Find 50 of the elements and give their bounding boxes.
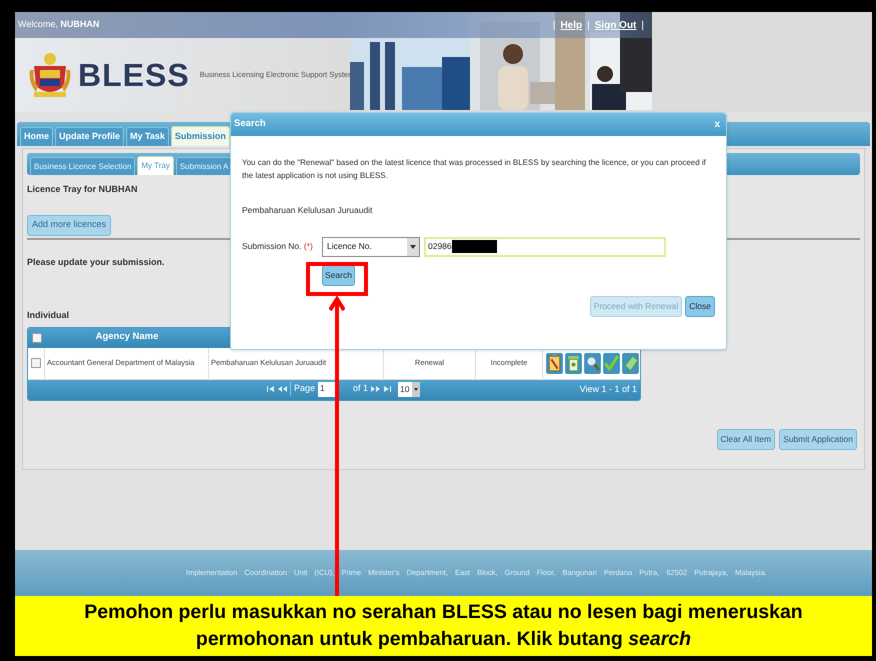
first-page-icon[interactable]	[266, 385, 275, 393]
link-separator: |	[641, 18, 644, 32]
sub-tab[interactable]: Submission A	[176, 157, 232, 175]
checkbox[interactable]	[32, 332, 42, 342]
checkbox[interactable]	[31, 358, 41, 368]
sub-tab[interactable]: My Tray	[137, 156, 174, 175]
dialog-title: Search	[234, 117, 266, 132]
add-licences-button[interactable]: Add more licences	[27, 214, 112, 236]
clipboard-icon[interactable]	[546, 352, 563, 374]
emblem-icon	[28, 52, 72, 98]
sub-tab[interactable]: Business Licence Selection	[30, 157, 136, 175]
welcome-text: Welcome, NUBHAN	[18, 18, 100, 32]
nav-tab[interactable]: Home	[20, 127, 54, 146]
header-link[interactable]: Help	[560, 18, 582, 32]
tray-title: Licence Tray for NUBHAN	[27, 183, 139, 196]
nav-tab[interactable]: Submission	[170, 126, 230, 146]
record-summary: View 1 - 1 of 1	[580, 382, 637, 396]
page-size-dropdown[interactable]: 10	[398, 382, 420, 396]
checkmark-icon[interactable]	[603, 352, 620, 374]
page-count: of 1	[353, 382, 368, 396]
dialog-button[interactable]: Close	[685, 296, 715, 317]
action-button[interactable]: Clear All Item	[716, 428, 776, 450]
highlight-frame	[306, 262, 368, 296]
page-number-field[interactable]: 1	[318, 382, 336, 396]
action-button[interactable]: Submit Application	[779, 428, 857, 450]
licence-name: Pembaharuan Kelulusan Juruaudit	[242, 204, 374, 217]
search-button[interactable]: Search	[322, 264, 355, 286]
previous-page-icon[interactable]	[278, 385, 287, 393]
column-header: Agency Name	[94, 330, 160, 344]
nav-tab[interactable]: My Task	[126, 127, 169, 146]
page-label: Page	[290, 382, 316, 396]
link-separator: |	[587, 18, 590, 32]
type-dropdown[interactable]: Licence No.	[322, 236, 420, 257]
header-link[interactable]: Sign Out	[594, 18, 636, 32]
field-label: Submission No. (*)	[242, 240, 314, 254]
logo-text: BLESS	[78, 59, 190, 91]
redaction-bar	[452, 240, 497, 254]
next-page-icon[interactable]	[371, 385, 380, 393]
link-separator: |	[552, 18, 556, 32]
trash-icon[interactable]	[565, 352, 582, 374]
nav-tab[interactable]: Update Profile	[55, 127, 124, 146]
dialog-close-button[interactable]: x	[714, 117, 720, 132]
dialog-message: You can do the "Renewal" based on the latest licence that was processed in BLESS by searching the licence, or you can proceed if the latest application is not using BLESS.	[242, 157, 707, 182]
section-title: Individual	[27, 309, 70, 322]
last-page-icon[interactable]	[383, 385, 392, 393]
tag-icon[interactable]	[622, 352, 639, 374]
notice-text: Please update your submission.	[27, 256, 166, 269]
caption-text: Pemohon perlu masukkan no serahan BLESS atau no lesen bagi meneruskan permohonan untuk pembaharuan. Klik butang search	[83, 600, 804, 652]
search-icon[interactable]	[584, 352, 601, 374]
input-field[interactable]: 02986	[424, 236, 666, 257]
